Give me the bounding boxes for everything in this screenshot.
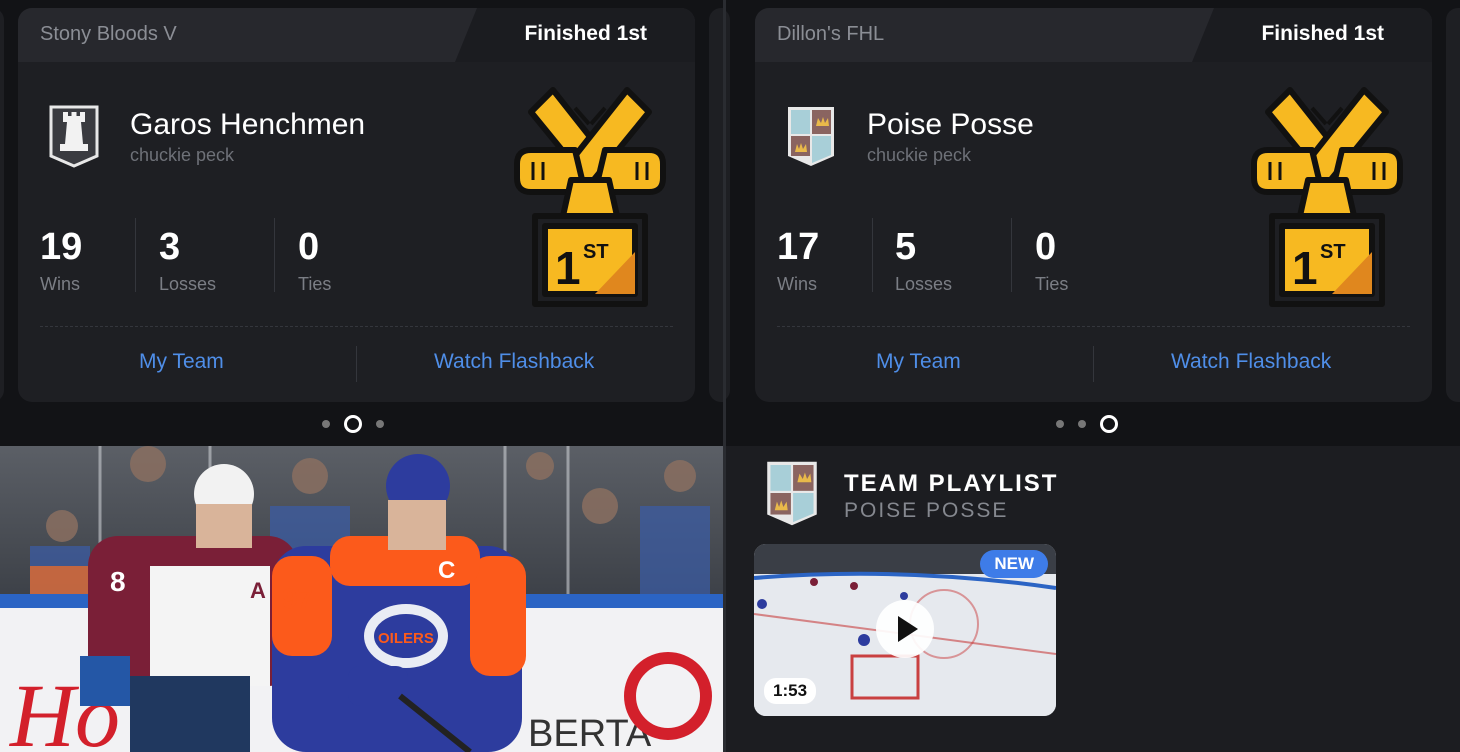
stat-value: 17 [777, 226, 820, 268]
right-pane: Dillon's FHL Finished 1st Poise Posse ch… [726, 0, 1460, 752]
stat-divider [1011, 218, 1012, 292]
stat-wins: 19 Wins [40, 228, 82, 295]
link-divider [356, 346, 357, 382]
team-owner: chuckie peck [867, 145, 972, 165]
league-name: Dillon's FHL [777, 23, 885, 45]
next-video-row[interactable] [754, 728, 1056, 752]
jersey-number-left: 8 [110, 566, 126, 597]
finish-status: Finished 1st [1261, 22, 1384, 45]
stat-divider [274, 218, 275, 292]
stat-label: Ties [1035, 274, 1069, 294]
link-divider [1093, 346, 1094, 382]
trophy-suffix: ST [1320, 241, 1346, 263]
hero-photo[interactable]: Ho BERTA 8 A OILERS 97 C [0, 446, 723, 752]
pager-dot-active[interactable] [1100, 415, 1118, 433]
new-badge: NEW [980, 550, 1048, 578]
league-summary-card: Stony Bloods V Finished 1st Garos Henchm… [18, 8, 695, 402]
playlist-subtitle: POISE POSSE [844, 499, 1009, 522]
stat-value: 5 [895, 226, 917, 268]
jersey-number-right: 97 [282, 583, 313, 614]
previous-card-peek[interactable] [0, 8, 4, 402]
stat-label: Wins [40, 274, 80, 294]
card-header: Stony Bloods V Finished 1st [18, 8, 695, 62]
crossed-sticks-trophy-icon: 1 ST [1251, 87, 1403, 307]
my-team-link[interactable]: My Team [876, 350, 961, 374]
pager-dot[interactable] [1078, 420, 1086, 428]
stat-value: 0 [1035, 226, 1057, 268]
stat-ties: 0 Ties [1035, 228, 1068, 295]
finish-status: Finished 1st [524, 22, 647, 45]
rook-crest-icon [49, 105, 99, 168]
team-name: Garos Henchmen [130, 108, 366, 141]
card-header: Dillon's FHL Finished 1st [755, 8, 1432, 62]
quartered-crest-icon [788, 107, 834, 166]
stat-divider [135, 218, 136, 292]
pager-dot[interactable] [376, 420, 384, 428]
watch-flashback-link[interactable]: Watch Flashback [434, 350, 594, 374]
watch-flashback-link[interactable]: Watch Flashback [1171, 350, 1331, 374]
previous-card-peek[interactable] [726, 8, 730, 402]
pager-dot[interactable] [322, 420, 330, 428]
finish-banner: Finished 1st [1192, 8, 1432, 62]
my-team-link[interactable]: My Team [139, 350, 224, 374]
crossed-sticks-trophy-icon: 1 ST [514, 87, 666, 307]
carousel-pager [322, 414, 384, 434]
jersey-letter-right: C [438, 557, 455, 584]
trophy-place: 1 [555, 242, 581, 294]
logo-text: OILERS [378, 630, 434, 647]
next-card-peek[interactable] [709, 8, 723, 402]
finish-banner: Finished 1st [455, 8, 695, 62]
team-playlist-section: TEAM PLAYLIST POISE POSSE NEW 1:53 [726, 446, 1460, 752]
card-divider [40, 326, 673, 327]
jersey-letter-left: A [250, 578, 266, 603]
team-name: Poise Posse [867, 108, 1034, 141]
league-summary-card: Dillon's FHL Finished 1st Poise Posse ch… [755, 8, 1432, 402]
league-name: Stony Bloods V [40, 23, 177, 45]
stat-label: Losses [895, 274, 953, 294]
video-thumbnail[interactable]: NEW 1:53 [754, 544, 1056, 716]
stat-divider [872, 218, 873, 292]
team-owner: chuckie peck [130, 145, 235, 165]
stat-value: 0 [298, 226, 320, 268]
stat-label: Wins [777, 274, 817, 294]
stat-losses: 5 Losses [895, 228, 952, 295]
stat-value: 19 [40, 226, 83, 268]
trophy-suffix: ST [583, 241, 609, 263]
play-icon[interactable] [876, 600, 934, 658]
video-duration: 1:53 [764, 678, 817, 704]
stat-wins: 17 Wins [777, 228, 819, 295]
playlist-title: TEAM PLAYLIST [844, 470, 1059, 497]
trophy-place: 1 [1292, 242, 1318, 294]
pager-dot[interactable] [1056, 420, 1064, 428]
carousel-pager [1056, 414, 1118, 434]
left-pane: Stony Bloods V Finished 1st Garos Henchm… [0, 0, 723, 752]
stat-label: Ties [298, 274, 332, 294]
hockey-action-image: Ho BERTA 8 A OILERS 97 C [0, 446, 723, 752]
next-card-peek[interactable] [1446, 8, 1460, 402]
quartered-crest-icon [767, 461, 817, 526]
stat-value: 3 [159, 226, 181, 268]
pager-dot-active[interactable] [344, 415, 362, 433]
card-divider [777, 326, 1410, 327]
stat-ties: 0 Ties [298, 228, 331, 295]
stat-label: Losses [159, 274, 217, 294]
stat-losses: 3 Losses [159, 228, 216, 295]
